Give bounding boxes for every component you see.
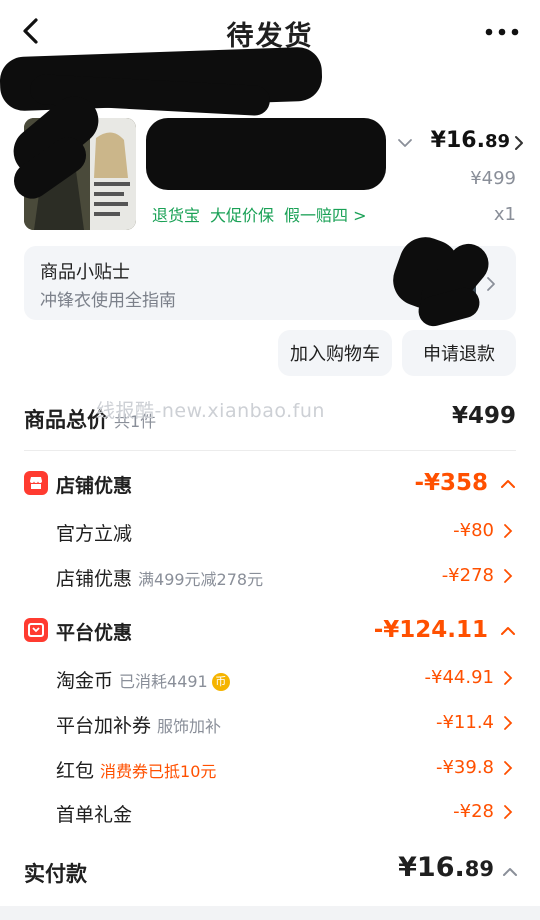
- coin-icon: 币: [211, 672, 230, 691]
- chevron-right-icon[interactable]: [502, 803, 514, 821]
- original-price: ¥499: [470, 168, 516, 189]
- redacted-product-title: [146, 118, 386, 190]
- discount-item-value: -¥80: [453, 520, 494, 541]
- divider: [24, 450, 516, 451]
- tips-subtitle: 冲锋衣使用全指南: [40, 291, 176, 311]
- payment-label: 实付款: [24, 862, 87, 886]
- chevron-up-icon[interactable]: [500, 625, 516, 637]
- discount-item-row: 店铺优惠 满499元减278元: [56, 564, 263, 591]
- discount-item-value: -¥11.4: [435, 712, 494, 733]
- add-to-cart-button[interactable]: 加入购物车: [278, 330, 392, 376]
- chevron-up-icon[interactable]: [502, 866, 518, 878]
- discount-item-note: 已消耗4491: [119, 672, 208, 691]
- store-discount-value: -¥358: [414, 470, 488, 496]
- discount-item-note: 满499元减278元: [138, 570, 264, 589]
- quantity: x1: [493, 204, 516, 225]
- discount-item-label: 店铺优惠: [56, 568, 133, 590]
- chevron-right-icon[interactable]: [502, 669, 514, 687]
- chevron-right-icon[interactable]: [502, 567, 514, 585]
- discount-item-note: 消费券已抵10元: [100, 762, 217, 781]
- discount-item-label: 红包: [56, 760, 95, 782]
- chevron-right-icon[interactable]: [484, 274, 498, 294]
- chevron-right-icon[interactable]: [502, 522, 514, 540]
- tips-title: 商品小贴士: [40, 262, 130, 283]
- discount-item-value: -¥39.8: [435, 757, 494, 778]
- bottom-bar: [0, 906, 540, 920]
- service-tags[interactable]: 退货宝 大促价保 假一赔四 >: [152, 202, 367, 226]
- chevron-right-icon[interactable]: [502, 714, 514, 732]
- store-icon: [24, 471, 48, 495]
- discount-item-row: 平台加补券 服饰加补: [56, 711, 221, 738]
- discount-item-value: -¥44.91: [424, 667, 494, 688]
- discount-item-row: 淘金币 已消耗4491 币: [56, 666, 230, 693]
- platform-discount-title: 平台优惠: [56, 622, 133, 644]
- discount-item-value: -¥28: [453, 801, 494, 822]
- platform-discount-value: -¥124.11: [373, 617, 488, 643]
- discount-item-row: 红包 消费券已抵10元: [56, 756, 216, 783]
- watermark: 线报酷-new.xianbao.fun: [96, 400, 325, 422]
- discount-item-label: 官方立减: [56, 523, 133, 545]
- platform-icon: [24, 618, 48, 642]
- discount-item-value: -¥278: [441, 565, 494, 586]
- payment-value: ¥16.89: [398, 852, 494, 883]
- store-discount-title: 店铺优惠: [56, 475, 133, 497]
- chevron-right-icon[interactable]: [510, 130, 528, 156]
- request-refund-button[interactable]: 申请退款: [402, 330, 516, 376]
- tag-return-insurance: 退货宝: [152, 206, 201, 225]
- discount-item-label: 平台加补券: [56, 715, 152, 737]
- more-options-icon[interactable]: [482, 20, 522, 44]
- discount-item-label: 淘金币: [56, 670, 114, 692]
- discount-item-note: 服饰加补: [157, 717, 222, 736]
- product-price: ¥16.89: [430, 128, 510, 153]
- page-title: 待发货: [226, 21, 314, 52]
- tag-fake-compensate: 假一赔四 >: [284, 206, 367, 225]
- tag-price-protect: 大促价保: [210, 206, 275, 225]
- total-value: ¥499: [451, 403, 516, 429]
- discount-item-label: 首单礼金: [56, 804, 133, 826]
- chevron-down-icon[interactable]: [396, 136, 414, 150]
- chevron-right-icon[interactable]: [502, 759, 514, 777]
- chevron-up-icon[interactable]: [500, 478, 516, 490]
